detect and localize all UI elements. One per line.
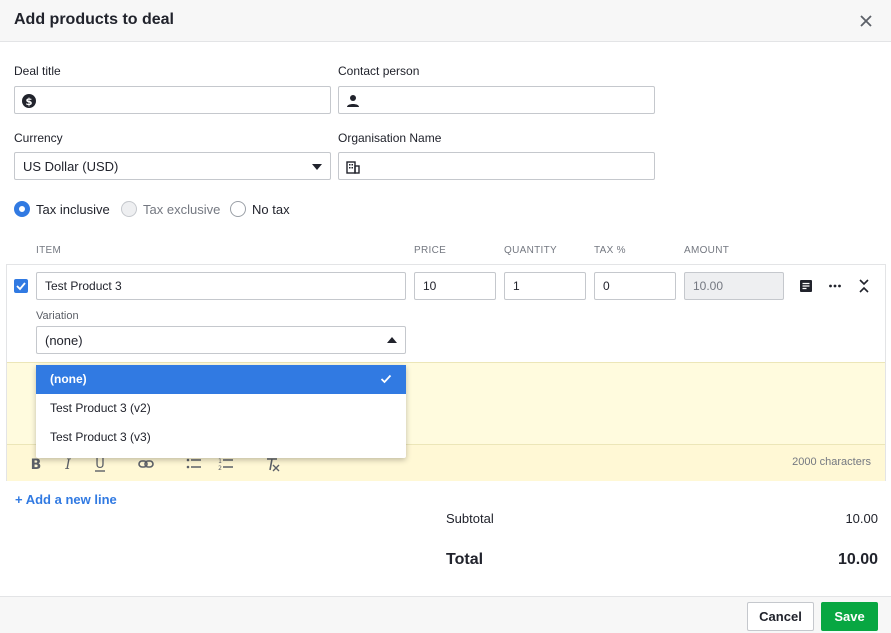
deal-title-input[interactable]: $ bbox=[14, 86, 331, 114]
variation-label: Variation bbox=[36, 310, 79, 322]
italic-icon[interactable]: I bbox=[60, 456, 76, 472]
currency-select[interactable]: US Dollar (USD) bbox=[14, 152, 331, 180]
currency-label: Currency bbox=[14, 131, 63, 145]
svg-text:1: 1 bbox=[218, 458, 222, 465]
tax-input[interactable]: 0 bbox=[594, 272, 676, 300]
variation-option[interactable]: Test Product 3 (v3) bbox=[36, 423, 406, 452]
svg-text:U: U bbox=[95, 457, 105, 472]
more-icon[interactable] bbox=[828, 279, 842, 293]
organisation-label: Organisation Name bbox=[338, 131, 442, 145]
radio-dot bbox=[121, 201, 137, 217]
col-header-price: PRICE bbox=[414, 245, 447, 256]
bold-icon[interactable]: B bbox=[28, 456, 44, 472]
cancel-button[interactable]: Cancel bbox=[747, 602, 814, 631]
radio-tax-exclusive[interactable]: Tax exclusive bbox=[121, 201, 220, 217]
underline-icon[interactable]: U bbox=[92, 456, 108, 472]
characters-remaining: 2000 characters bbox=[792, 456, 871, 468]
bullet-list-icon[interactable] bbox=[186, 456, 202, 472]
price-input[interactable]: 10 bbox=[414, 272, 496, 300]
variation-option[interactable]: Test Product 3 (v2) bbox=[36, 394, 406, 423]
person-icon bbox=[347, 95, 359, 107]
svg-text:$: $ bbox=[26, 97, 33, 108]
chevron-down-icon bbox=[312, 164, 322, 170]
subtotal-label: Subtotal bbox=[446, 511, 494, 526]
close-icon[interactable] bbox=[857, 12, 875, 30]
amount-field: 10.00 bbox=[684, 272, 784, 300]
variation-select[interactable]: (none) bbox=[36, 326, 406, 354]
dollar-icon: $ bbox=[22, 94, 36, 108]
dialog-title: Add products to deal bbox=[14, 11, 174, 28]
clear-format-icon[interactable] bbox=[264, 456, 280, 472]
radio-tax-inclusive[interactable]: Tax inclusive bbox=[14, 201, 110, 217]
dialog-header: Add products to deal bbox=[0, 0, 891, 42]
variation-option[interactable]: (none) bbox=[36, 365, 406, 394]
item-input[interactable]: Test Product 3 bbox=[36, 272, 406, 300]
col-header-item: ITEM bbox=[36, 245, 62, 256]
organisation-input[interactable] bbox=[338, 152, 655, 180]
svg-text:2: 2 bbox=[218, 465, 222, 472]
check-icon bbox=[16, 282, 26, 291]
add-new-line-link[interactable]: + Add a new line bbox=[15, 492, 117, 507]
deal-title-label: Deal title bbox=[14, 64, 61, 78]
radio-dot bbox=[14, 201, 30, 217]
col-header-quantity: QUANTITY bbox=[504, 245, 557, 256]
contact-person-input[interactable] bbox=[338, 86, 655, 114]
svg-text:I: I bbox=[64, 457, 71, 472]
link-icon[interactable] bbox=[138, 456, 154, 472]
subtotal-value: 10.00 bbox=[845, 511, 878, 526]
numbered-list-icon[interactable]: 12 bbox=[218, 456, 234, 472]
collapse-icon[interactable] bbox=[857, 279, 871, 293]
total-value: 10.00 bbox=[837, 551, 878, 568]
check-icon bbox=[380, 374, 392, 384]
radio-no-tax[interactable]: No tax bbox=[230, 201, 290, 217]
radio-dot bbox=[230, 201, 246, 217]
total-label: Total bbox=[446, 551, 484, 568]
chevron-up-icon bbox=[387, 337, 397, 343]
variation-dropdown: (none) Test Product 3 (v2) Test Product … bbox=[36, 365, 406, 458]
svg-text:B: B bbox=[31, 457, 42, 472]
col-header-amount: AMOUNT bbox=[684, 245, 730, 256]
quantity-input[interactable]: 1 bbox=[504, 272, 586, 300]
contact-person-label: Contact person bbox=[338, 64, 420, 78]
col-header-tax: TAX % bbox=[594, 245, 626, 256]
building-icon bbox=[346, 161, 360, 174]
save-button[interactable]: Save bbox=[821, 602, 878, 631]
row-checkbox[interactable] bbox=[14, 279, 28, 293]
note-icon[interactable] bbox=[799, 279, 813, 293]
